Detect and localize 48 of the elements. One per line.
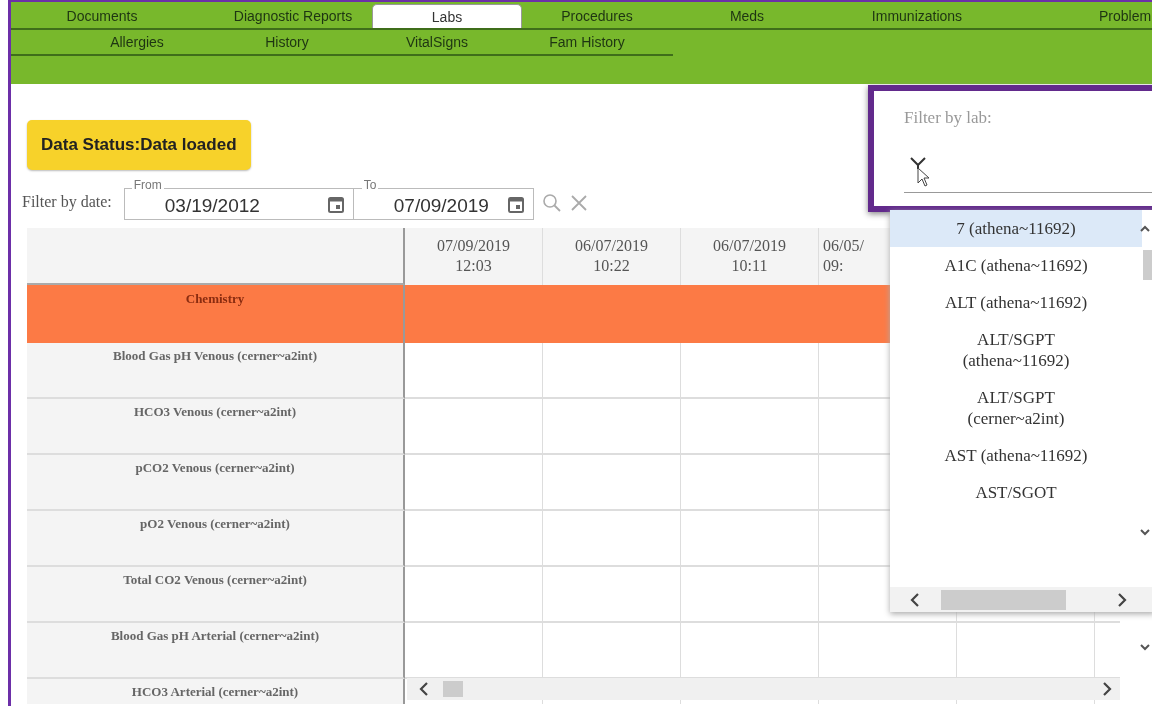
- header-time: 12:03: [454, 255, 493, 276]
- group-row-label: Chemistry: [27, 284, 405, 343]
- filter-label: Filter by date:: [22, 191, 112, 213]
- scroll-left-icon[interactable]: [910, 592, 920, 607]
- scroll-right-icon[interactable]: [1102, 681, 1112, 696]
- tab[interactable]: VitalSigns: [362, 30, 512, 54]
- calendar-icon[interactable]: [506, 194, 525, 214]
- scroll-down-icon[interactable]: [1140, 642, 1150, 652]
- test-name-cell: HCO3 Arterial (cerner~a2int): [27, 678, 405, 704]
- scroll-thumb[interactable]: [1143, 250, 1152, 280]
- tab[interactable]: Fam History: [512, 30, 662, 54]
- test-name-cell: pO2 Venous (cerner~a2int): [27, 510, 405, 567]
- chevron-icon: [910, 157, 926, 169]
- tab[interactable]: Allergies: [62, 30, 212, 54]
- scroll-thumb[interactable]: [941, 589, 1066, 610]
- horizontal-scrollbar[interactable]: [407, 677, 1120, 700]
- scroll-thumb[interactable]: [443, 680, 463, 697]
- calendar-icon[interactable]: [326, 194, 345, 214]
- test-name-cell: pCO2 Venous (cerner~a2int): [27, 454, 405, 511]
- header-time: 10:22: [592, 255, 631, 276]
- test-name-cell: HCO3 Venous (cerner~a2int): [27, 398, 405, 455]
- field-label: From: [131, 177, 164, 192]
- dropdown-option[interactable]: 7 (athena~11692): [890, 210, 1142, 247]
- status-badge: Data Status:Data loaded: [27, 120, 251, 170]
- header-date: 06/07/2019: [712, 235, 787, 256]
- tab[interactable]: Documents: [62, 4, 142, 28]
- scroll-down-icon[interactable]: [1140, 527, 1150, 537]
- lab-filter-input[interactable]: Filter by lab:: [904, 105, 1152, 193]
- test-name-cell: Blood Gas pH Venous (cerner~a2int): [27, 342, 405, 399]
- tab[interactable]: Meds: [672, 4, 822, 28]
- cursor-icon: [917, 167, 931, 187]
- test-name-cell: Blood Gas pH Arterial (cerner~a2int): [27, 622, 405, 679]
- tab[interactable]: Labs: [372, 4, 522, 28]
- field-label: To: [361, 177, 379, 192]
- tab[interactable]: History: [212, 30, 362, 54]
- header-date: 06/05/: [823, 235, 865, 256]
- tab[interactable]: Problem: [1012, 4, 1152, 28]
- scroll-up-icon[interactable]: [1140, 224, 1150, 234]
- tab[interactable]: Diagnostic Reports: [142, 4, 372, 28]
- header-date: 07/09/2019: [436, 235, 511, 256]
- scroll-left-icon[interactable]: [419, 681, 429, 696]
- header-date: 06/07/2019: [574, 235, 649, 256]
- horizontal-scrollbar[interactable]: [890, 587, 1152, 612]
- header-time: 10:11: [730, 255, 769, 276]
- test-name-cell: Total CO2 Venous (cerner~a2int): [27, 566, 405, 623]
- tab[interactable]: Procedures: [522, 4, 672, 28]
- tab[interactable]: Immunizations: [822, 4, 1012, 28]
- scroll-right-icon[interactable]: [1117, 592, 1127, 607]
